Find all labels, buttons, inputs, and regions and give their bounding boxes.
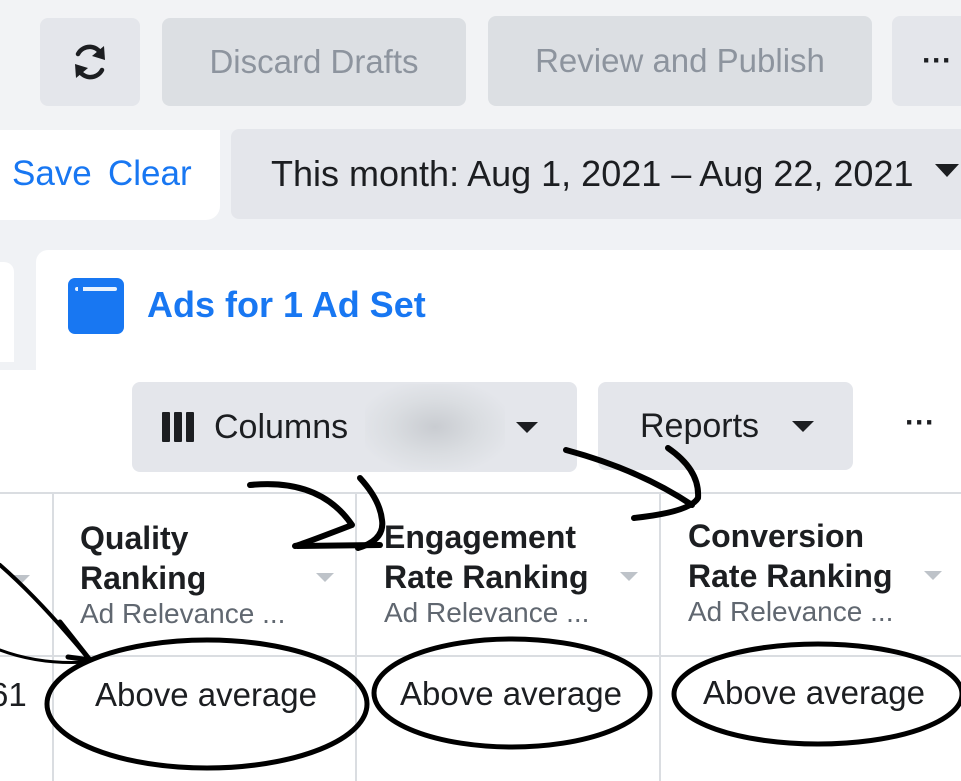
highlight-circle: [44, 637, 370, 771]
highlight-circle: [371, 636, 653, 750]
annotation-arrow: [631, 445, 702, 521]
annotation-arrow: [563, 447, 695, 508]
annotation-arrow: [57, 619, 93, 663]
annotation-arrow: [247, 481, 355, 549]
annotation-arrow: [355, 475, 386, 551]
highlight-circle: [671, 641, 961, 747]
annotation-arrow: [294, 542, 383, 549]
hand-drawn-annotations: [0, 445, 961, 771]
